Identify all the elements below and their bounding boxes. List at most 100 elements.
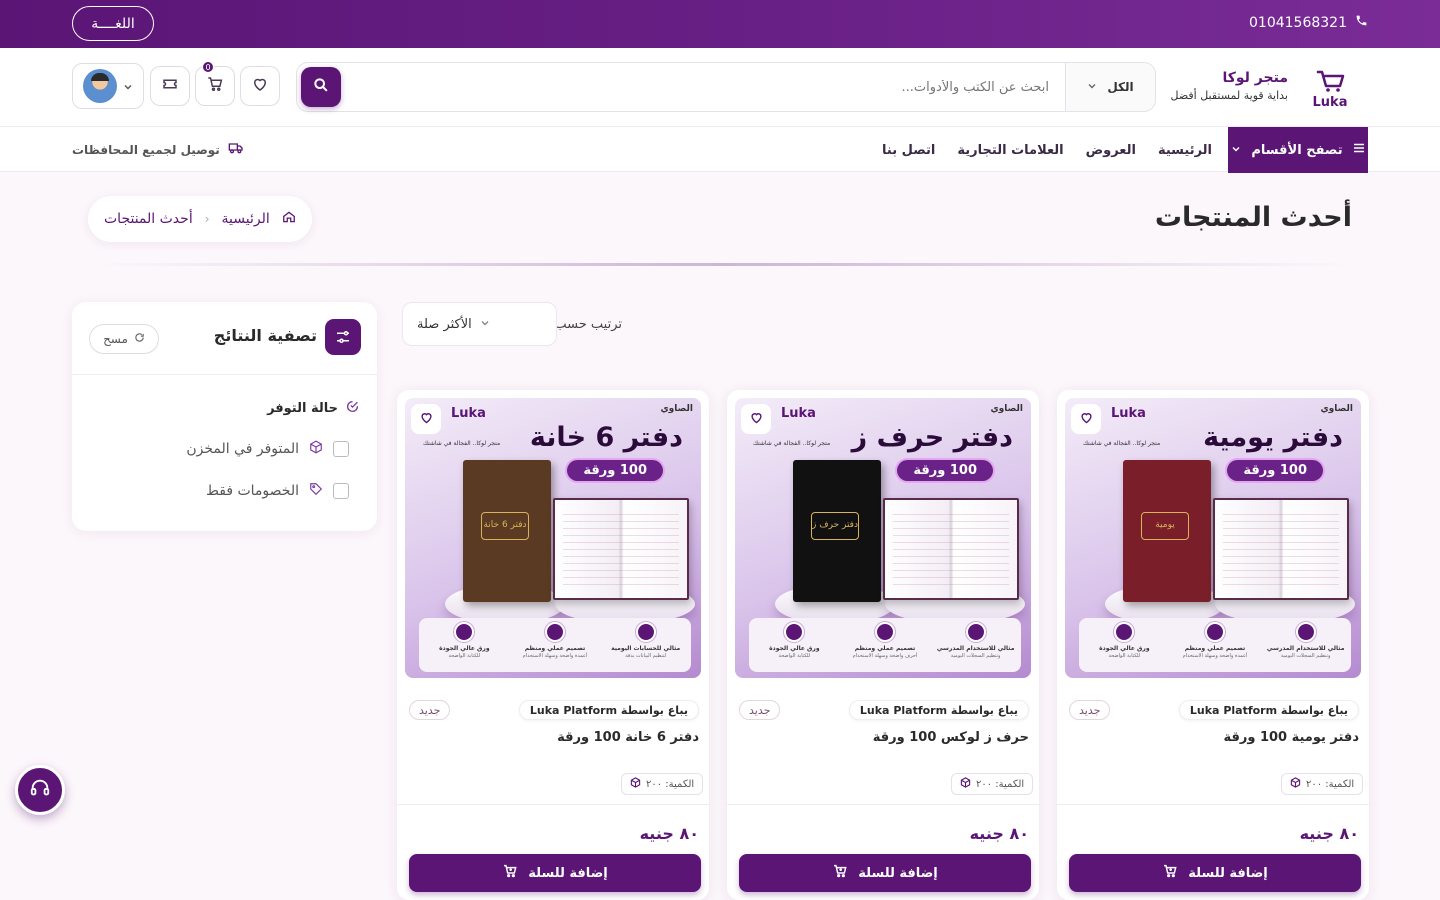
product-image[interactable]: Luka متجر لوكا.. الفجالة في شاشتك الصاوي… bbox=[1065, 398, 1361, 678]
home-icon[interactable] bbox=[282, 210, 296, 228]
profile-menu-button[interactable] bbox=[72, 63, 144, 109]
add-to-cart-button[interactable]: إضافة للسلة bbox=[739, 854, 1031, 892]
svg-text:Luka: Luka bbox=[1313, 95, 1348, 110]
add-to-cart-label: إضافة للسلة bbox=[858, 865, 938, 881]
breadcrumb: الرئيسية ‹ أحدث المنتجات bbox=[88, 196, 312, 242]
new-badge: جديد bbox=[409, 700, 451, 720]
product-card[interactable]: Luka متجر لوكا.. الفجالة في شاشتك الصاوي… bbox=[727, 390, 1039, 900]
feature-title: تصميم عملي ومنظم bbox=[854, 645, 916, 652]
add-to-cart-button[interactable]: إضافة للسلة bbox=[409, 854, 701, 892]
box-icon bbox=[1290, 777, 1301, 791]
product-name[interactable]: دفتر يومية 100 ورقة bbox=[1223, 730, 1359, 745]
product-card[interactable]: Luka متجر لوكا.. الفجالة في شاشتك الصاوي… bbox=[1057, 390, 1369, 900]
breadcrumb-home[interactable]: الرئيسية bbox=[222, 211, 270, 227]
feature-title: ورق عالي الجودة bbox=[439, 645, 490, 652]
support-button[interactable] bbox=[15, 765, 65, 815]
ticket-icon bbox=[161, 75, 179, 97]
headset-icon bbox=[29, 777, 51, 803]
truck-icon bbox=[228, 141, 244, 158]
image-brand-mark: الصاوي bbox=[660, 404, 693, 414]
filter-option-in-stock[interactable]: المتوفر في المخزن bbox=[186, 440, 349, 458]
feature-subtitle: للكتابة الواضحة bbox=[1108, 652, 1141, 659]
in-stock-checkbox[interactable] bbox=[333, 441, 349, 457]
feature-title: مثالي للحسابات اليومية bbox=[611, 645, 681, 652]
clear-filters-button[interactable]: مسح bbox=[89, 324, 159, 354]
image-feature: مثالي للاستخدام المدرسي وتنظيم السجلات ا… bbox=[1266, 622, 1346, 659]
menu-icon bbox=[1353, 142, 1365, 158]
feature-title: مثالي للاستخدام المدرسي bbox=[1266, 645, 1345, 652]
closed-book-illustration: يومية bbox=[1123, 460, 1211, 602]
cart-plus-icon bbox=[502, 863, 518, 883]
product-price: ٨٠ جنيه bbox=[639, 824, 699, 843]
product-name[interactable]: دفتر 6 خانة 100 ورقة bbox=[557, 730, 699, 745]
sort-select[interactable]: الأكثر صلة bbox=[402, 302, 557, 346]
feature-icon bbox=[454, 622, 475, 642]
search-button[interactable] bbox=[301, 67, 341, 107]
search-input[interactable] bbox=[429, 63, 1049, 111]
wishlist-button[interactable] bbox=[240, 66, 280, 106]
discounts-checkbox[interactable] bbox=[333, 483, 349, 499]
feature-icon bbox=[875, 622, 896, 642]
heart-icon bbox=[1079, 410, 1094, 429]
nav-link-brands[interactable]: العلامات التجارية bbox=[957, 143, 1063, 158]
language-button[interactable]: اللغــــة bbox=[72, 6, 154, 41]
add-to-cart-label: إضافة للسلة bbox=[528, 865, 608, 881]
feature-subtitle: أعمدة واضحة وسهلة الاستخدام bbox=[522, 652, 588, 659]
cover-label: يومية bbox=[1141, 512, 1189, 540]
feature-icon bbox=[965, 622, 986, 642]
avatar bbox=[83, 69, 117, 103]
seller-badge: يباع بواسطة Luka Platform bbox=[848, 700, 1029, 720]
add-to-cart-label: إضافة للسلة bbox=[1188, 865, 1268, 881]
new-badge: جديد bbox=[1069, 700, 1111, 720]
image-tagline: متجر لوكا.. الفجالة في شاشتك bbox=[423, 440, 501, 447]
feature-icon bbox=[1295, 622, 1316, 642]
wishlist-toggle[interactable] bbox=[411, 404, 441, 434]
product-image[interactable]: Luka متجر لوكا.. الفجالة في شاشتك الصاوي… bbox=[405, 398, 701, 678]
card-divider bbox=[1057, 804, 1369, 805]
image-hero-title: دفتر يومية bbox=[1203, 422, 1343, 453]
nav-link-home[interactable]: الرئيسية bbox=[1158, 143, 1212, 158]
wishlist-toggle[interactable] bbox=[741, 404, 771, 434]
brand-tagline: بداية قوية لمستقبل أفضل bbox=[1170, 89, 1288, 102]
image-features-strip: مثالي للحسابات اليومية لتنظيم البيانات ب… bbox=[419, 618, 691, 672]
luka-logo[interactable]: Luka bbox=[1306, 64, 1354, 112]
phone-contact[interactable]: 01041568321 bbox=[1249, 14, 1368, 31]
image-hero-title: دفتر 6 خانة bbox=[529, 422, 683, 453]
image-brand-mark: الصاوي bbox=[1320, 404, 1353, 414]
product-image[interactable]: Luka متجر لوكا.. الفجالة في شاشتك الصاوي… bbox=[735, 398, 1031, 678]
chevron-down-icon bbox=[123, 77, 133, 96]
image-feature: تصميم عملي ومنظم أعمدة واضحة وسهلة الاست… bbox=[515, 622, 595, 659]
cart-plus-icon bbox=[1162, 863, 1178, 883]
feature-title: مثالي للاستخدام المدرسي bbox=[936, 645, 1015, 652]
main-header: Luka متجر لوكا بداية قوية لمستقبل أفضل ا… bbox=[0, 48, 1440, 126]
quantity-badge: الكمية: ٢٠٠ bbox=[1281, 773, 1364, 795]
product-card[interactable]: Luka متجر لوكا.. الفجالة في شاشتك الصاوي… bbox=[397, 390, 709, 900]
clear-filters-label: مسح bbox=[103, 332, 128, 346]
wishlist-toggle[interactable] bbox=[1071, 404, 1101, 434]
image-features-strip: مثالي للاستخدام المدرسي وتنظيم السجلات ا… bbox=[749, 618, 1021, 672]
image-feature: تصميم عملي ومنظم أعمدة واضحة وسهلة الاست… bbox=[1175, 622, 1255, 659]
nav-link-offers[interactable]: العروض bbox=[1086, 143, 1136, 158]
nav-link-contact[interactable]: اتصل بنا bbox=[882, 143, 935, 158]
image-logo-text: Luka bbox=[451, 406, 486, 421]
quantity-text: الكمية: ٢٠٠ bbox=[1306, 778, 1355, 790]
new-badge: جديد bbox=[739, 700, 781, 720]
image-feature: ورق عالي الجودة للكتابة الواضحة bbox=[424, 622, 504, 659]
feature-icon bbox=[635, 622, 656, 642]
product-name[interactable]: حرف ز لوكس 100 ورقة bbox=[873, 730, 1029, 745]
cart-button[interactable]: 0 bbox=[195, 61, 235, 106]
feature-title: ورق عالي الجودة bbox=[1099, 645, 1150, 652]
box-icon bbox=[309, 440, 323, 458]
feature-subtitle: وتنظيم السجلات اليومية bbox=[950, 652, 1001, 659]
ticket-button[interactable] bbox=[150, 66, 190, 106]
image-feature: ورق عالي الجودة للكتابة الواضحة bbox=[1084, 622, 1164, 659]
add-to-cart-button[interactable]: إضافة للسلة bbox=[1069, 854, 1361, 892]
in-stock-label: المتوفر في المخزن bbox=[186, 441, 299, 457]
cover-label: دفتر حرف ز bbox=[811, 512, 859, 540]
delivery-note: توصيل لجميع المحافظات bbox=[72, 141, 244, 158]
browse-categories-button[interactable]: تصفح الأقسام bbox=[1228, 127, 1368, 173]
search-category-select[interactable]: الكل bbox=[1065, 63, 1155, 111]
filter-option-discounts[interactable]: الخصومات فقط bbox=[206, 482, 349, 500]
image-sheets-pill: 100 ورقة bbox=[897, 460, 993, 481]
seller-badge: يباع بواسطة Luka Platform bbox=[1178, 700, 1359, 720]
